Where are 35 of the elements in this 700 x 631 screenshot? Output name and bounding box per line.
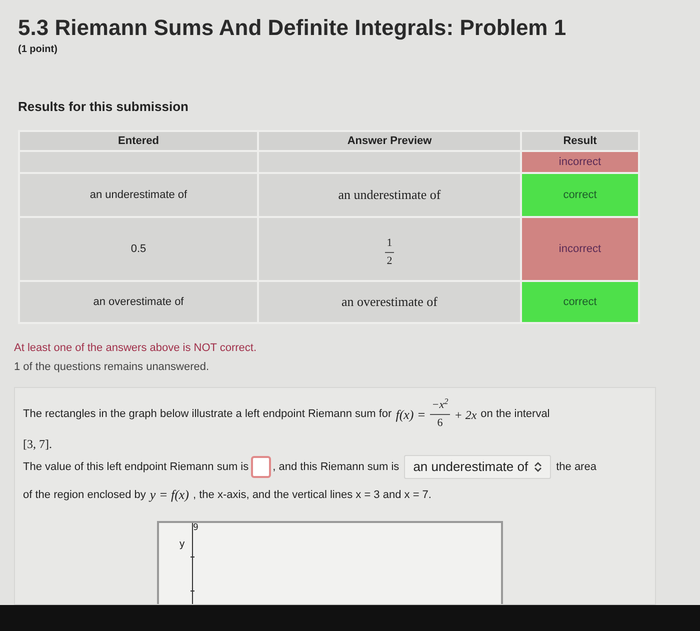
table-cell: an underestimate of	[258, 173, 521, 217]
tick-label: 9	[193, 522, 198, 534]
table-cell: 1 2	[258, 217, 521, 281]
result-cell: incorrect	[521, 151, 639, 173]
problem-text: of the region enclosed by	[23, 488, 146, 502]
answer-field[interactable]	[250, 456, 271, 478]
result-cell: incorrect	[521, 217, 639, 281]
math-text: [3, 7].	[23, 436, 52, 453]
chevron-updown-icon	[534, 462, 542, 472]
column-header: Result	[521, 131, 639, 151]
problem-text: The value of this left endpoint Riemann sum is	[23, 460, 249, 475]
result-cell: correct	[521, 173, 639, 217]
problem-text: the area	[556, 460, 596, 475]
status-message: 1 of the questions remains unanswered.	[14, 360, 210, 374]
result-cell: correct	[521, 281, 639, 323]
results-heading: Results for this submission	[17, 98, 190, 116]
y-axis-label: y	[179, 538, 186, 552]
problem-text: , and this Riemann sum is	[272, 460, 400, 475]
math-fraction: −x$^{2}$ 6	[430, 400, 450, 429]
column-header: Entered	[19, 131, 258, 151]
page-title: 5.3 Riemann Sums And Definite Integrals: Problem 1	[17, 14, 568, 42]
math-text: y = f(x)	[150, 486, 190, 504]
points-label: (1 point)	[17, 42, 58, 56]
math-text: f(x) =	[396, 406, 426, 424]
table-cell: an underestimate of	[19, 173, 258, 217]
table-cell: an overestimate of	[19, 281, 258, 323]
problem-text: The rectangles in the graph below illustrate a left endpoint Riemann sum for	[23, 407, 392, 422]
estimate-select[interactable]: an underestimate of	[404, 455, 552, 479]
table-cell: an overestimate of	[258, 281, 521, 323]
status-message: At least one of the answers above is NOT correct.	[14, 341, 258, 356]
problem-text: on the interval	[480, 407, 550, 422]
problem-text: , the x-axis, and the vertical lines x = 3 and x = 7.	[193, 488, 432, 502]
column-header: Answer Preview	[258, 131, 521, 151]
table-cell: 0.5	[19, 217, 258, 281]
math-text: + 2x	[454, 406, 477, 424]
